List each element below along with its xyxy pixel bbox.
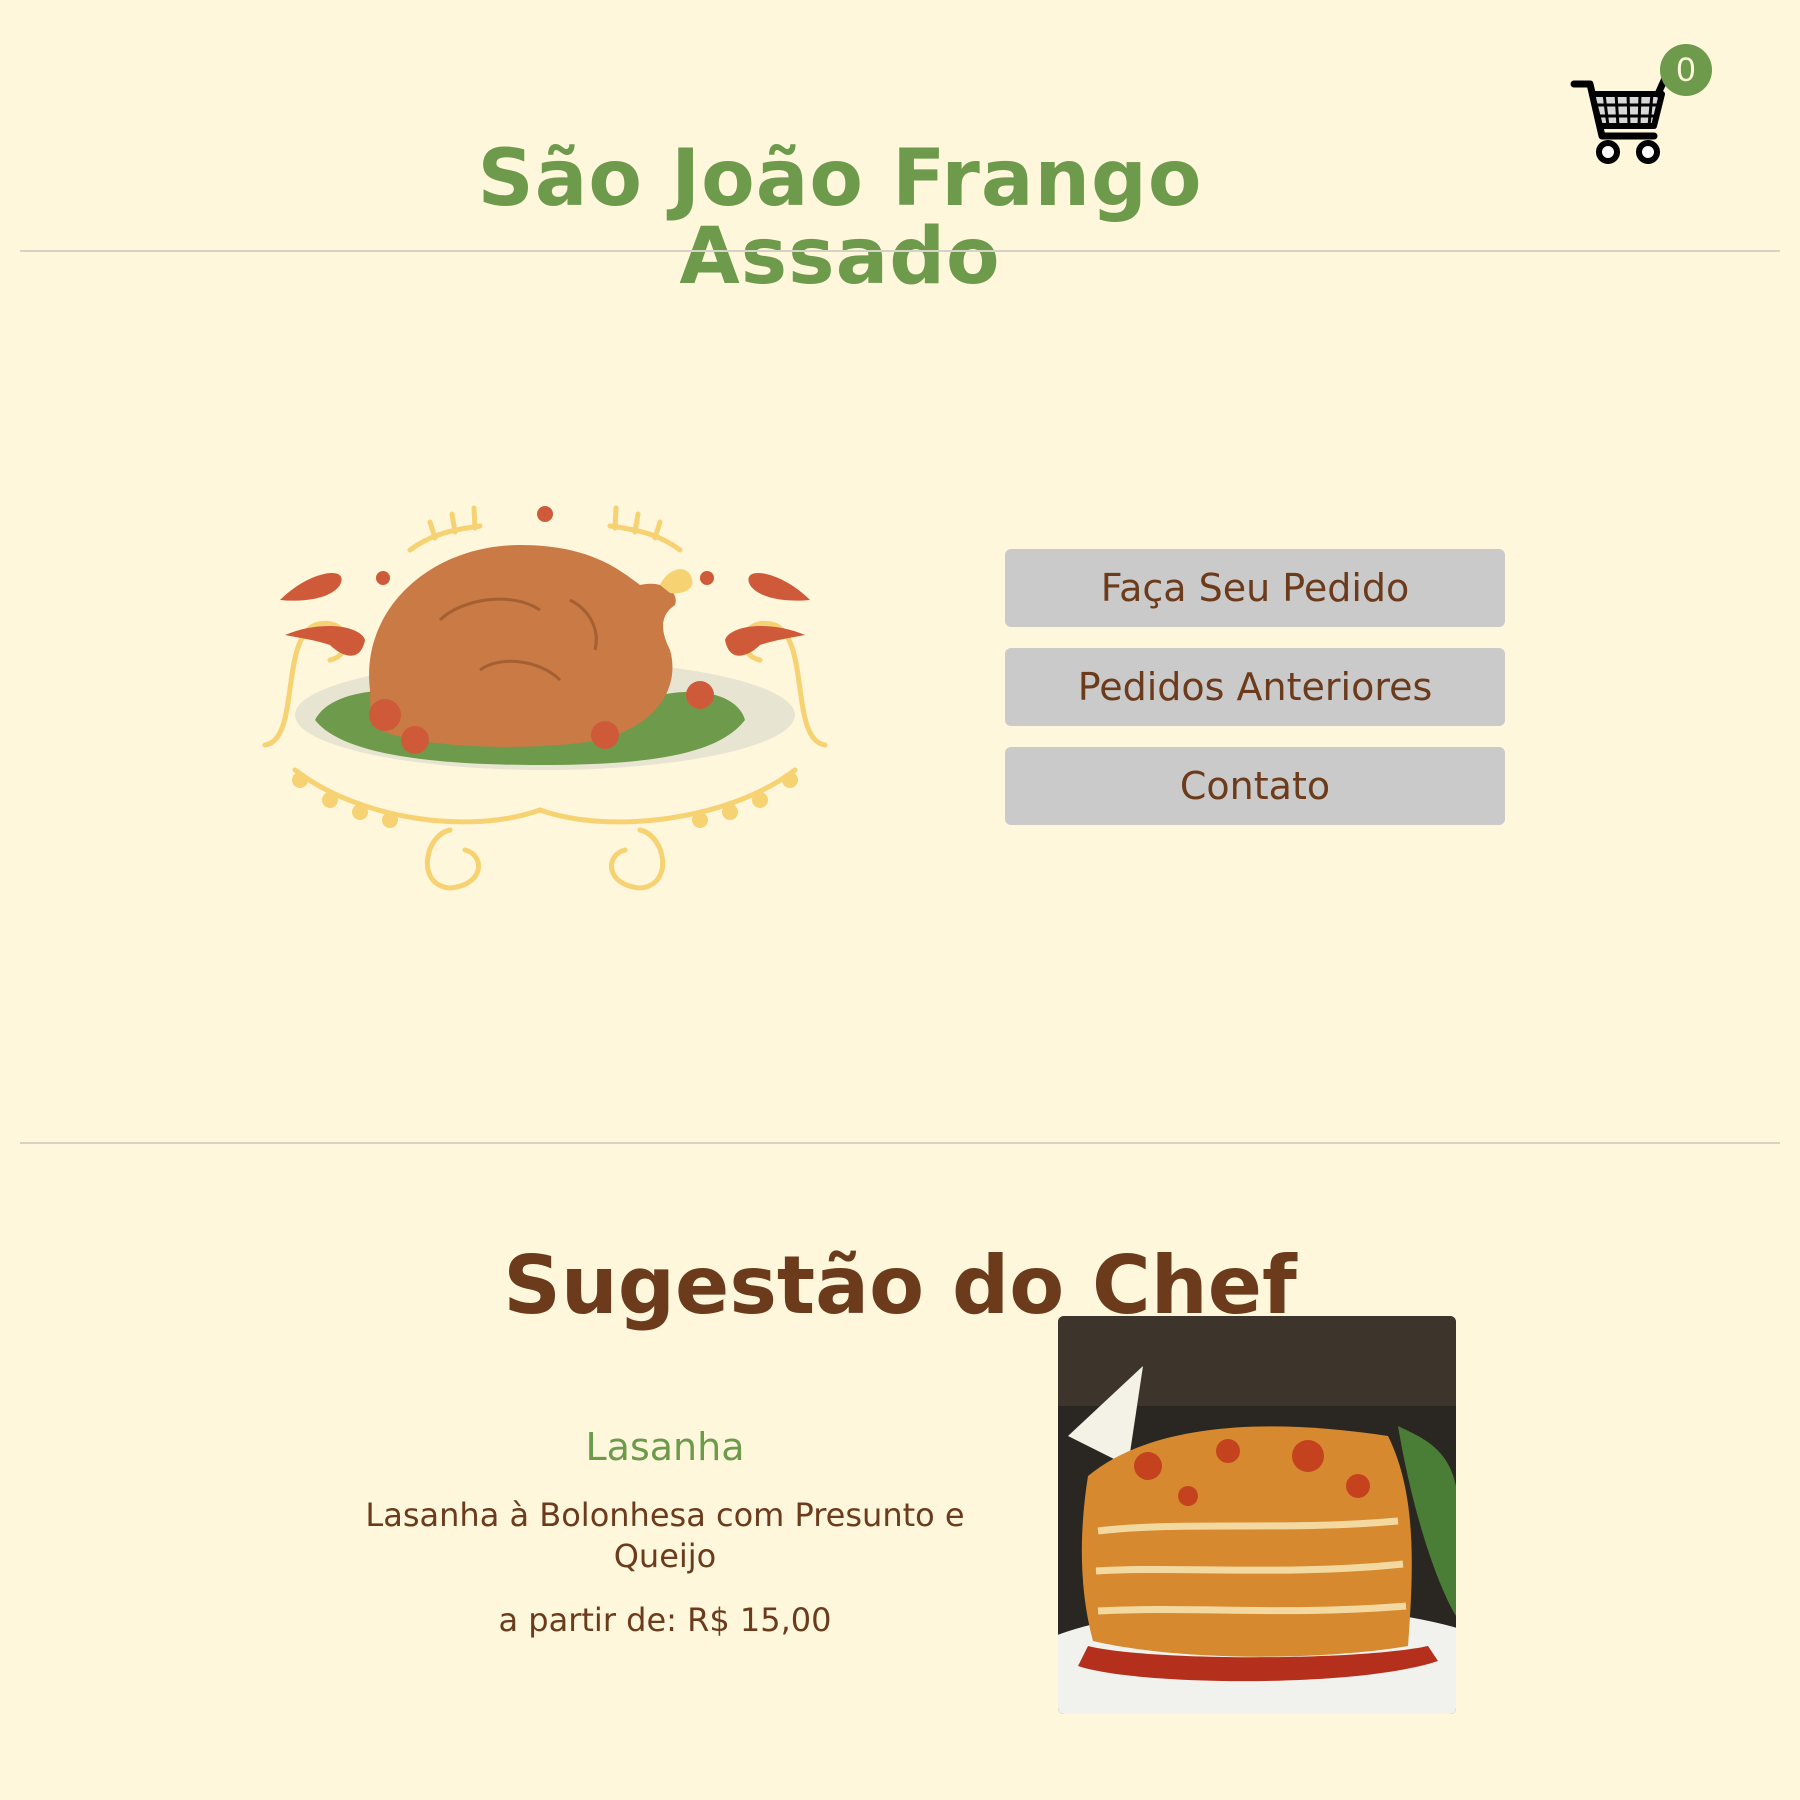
roast-chicken-illustration <box>240 490 850 910</box>
header-divider <box>20 250 1780 252</box>
order-button[interactable]: Faça Seu Pedido <box>1005 549 1505 627</box>
contact-button[interactable]: Contato <box>1005 747 1505 825</box>
cart-button[interactable]: 0 <box>1570 40 1712 170</box>
section-divider <box>20 1142 1780 1144</box>
dish-price: a partir de: R$ 15,00 <box>498 1600 832 1639</box>
cart-count-badge: 0 <box>1660 44 1712 96</box>
shopping-cart-icon <box>1570 71 1670 164</box>
dish-description: Lasanha à Bolonhesa com Presunto e Queij… <box>365 1495 965 1576</box>
previous-orders-button[interactable]: Pedidos Anteriores <box>1005 648 1505 726</box>
site-title: São João Frango Assado <box>477 134 1203 303</box>
main-navigation: Faça Seu Pedido Pedidos Anteriores Conta… <box>1005 549 1505 846</box>
chef-suggestion-title: Sugestão do Chef <box>503 1239 1297 1333</box>
dish-name: Lasanha <box>585 1425 745 1469</box>
lasagna-photo[interactable] <box>1058 1316 1456 1714</box>
dish-info: Lasanha Lasanha à Bolonhesa com Presunto… <box>310 1425 1020 1641</box>
